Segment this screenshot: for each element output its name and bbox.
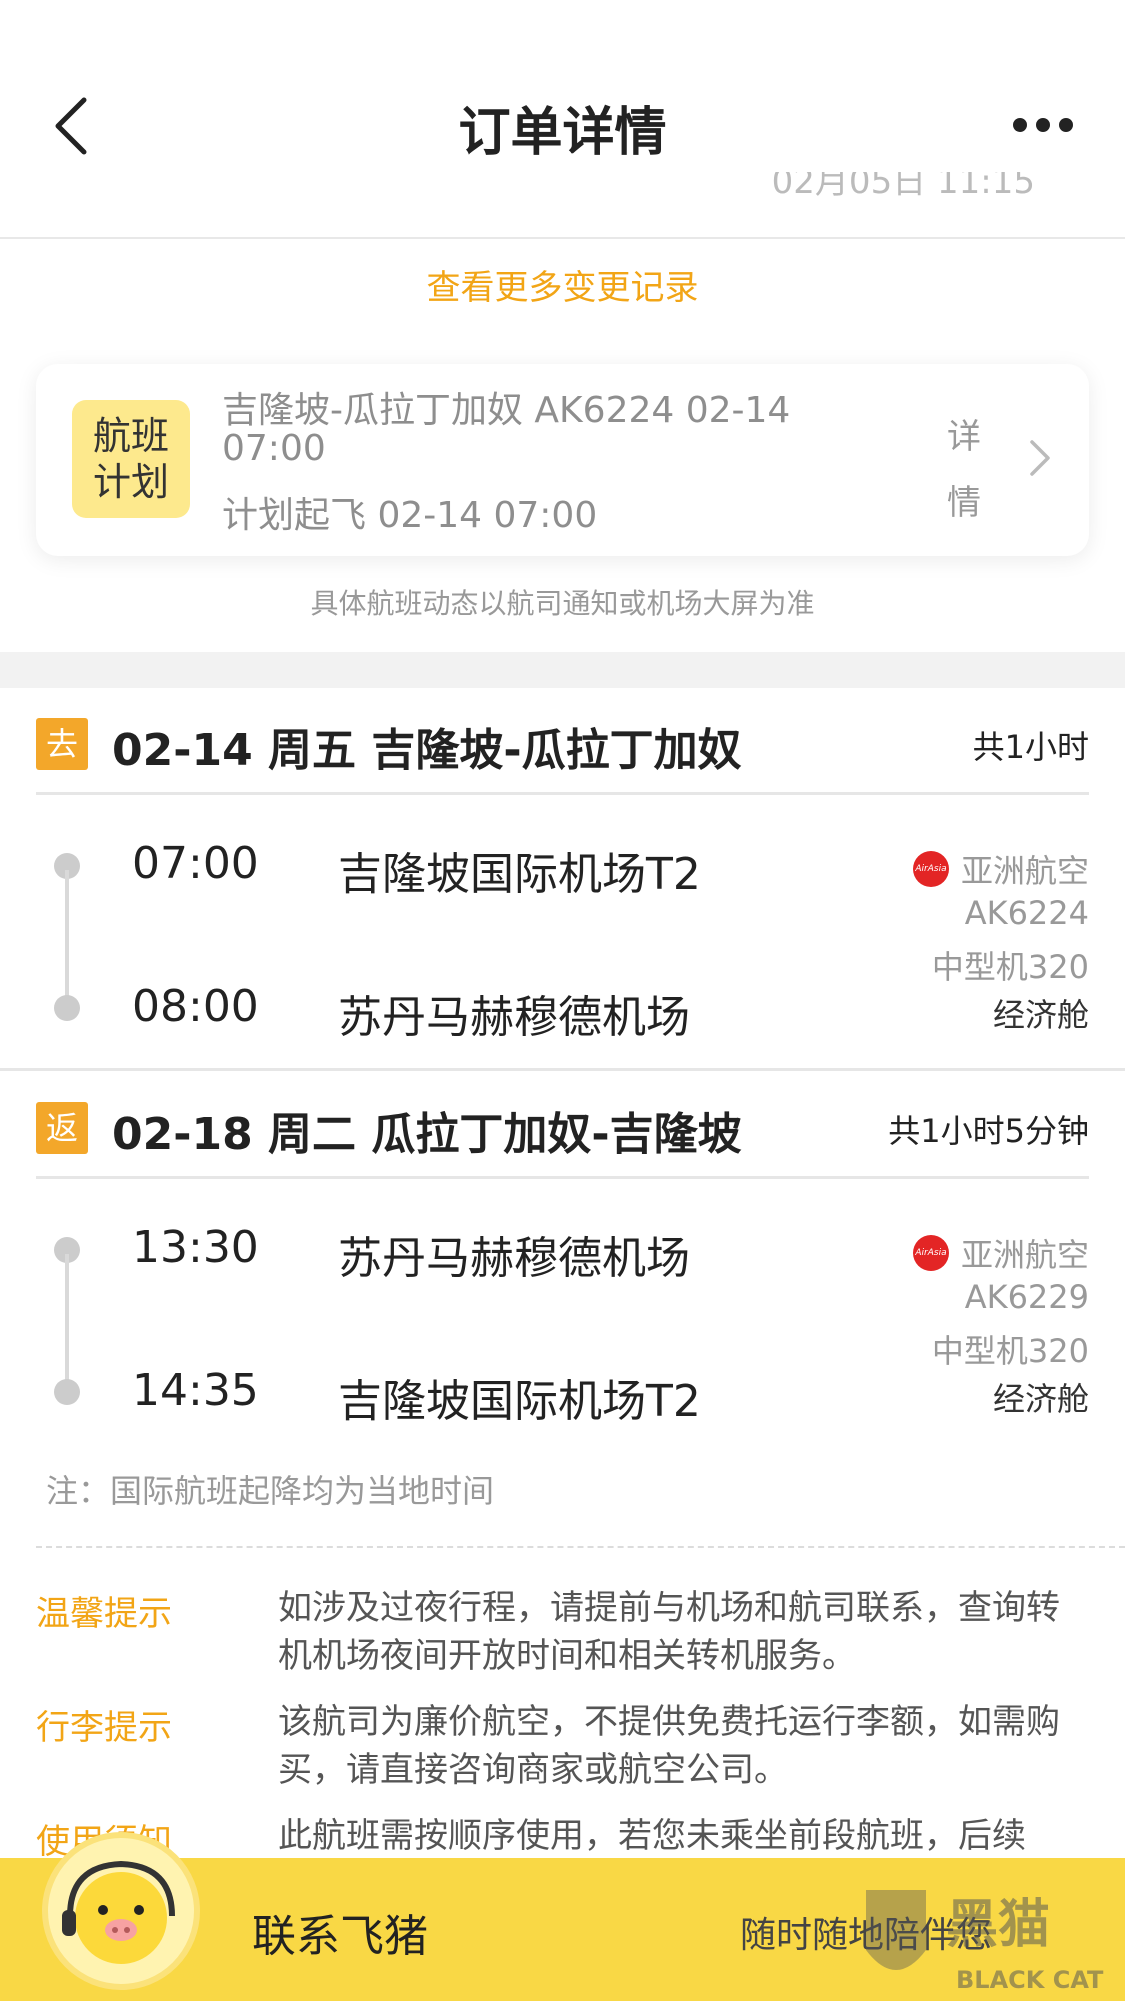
return-dep-time: 13:30	[132, 1222, 259, 1273]
return-airline: AirAsia 亚洲航空	[912, 1230, 1089, 1276]
tip-text-baggage: 该航司为廉价航空，不提供免费托运行李额，如需购买，请直接咨询商家或航空公司。	[278, 1702, 1060, 1790]
outbound-airline: AirAsia 亚洲航空	[912, 846, 1089, 892]
section-gap	[0, 652, 1125, 688]
outbound-tag: 去	[36, 718, 88, 770]
more-changes-link[interactable]: 查看更多变更记录	[0, 260, 1125, 309]
outbound-aircraft: 中型机320	[931, 948, 1089, 986]
flight-plan-scheduled: 计划起飞 02-14 07:00	[222, 495, 598, 536]
flight-plan-route: 吉隆坡-瓜拉丁加奴 AK6224 02-14 07:00	[222, 390, 791, 469]
tip-text-warm: 如涉及过夜行程，请提前与机场和航司联系，查询转机机场夜间开放时间和相关转机服务。	[278, 1588, 1060, 1676]
return-dep-airport: 苏丹马赫穆德机场	[338, 1233, 690, 1284]
contact-fliggy-label[interactable]: 联系飞猪	[252, 1900, 428, 1964]
outbound-airline-name: 亚洲航空	[960, 852, 1089, 890]
timeline-dot	[54, 1379, 80, 1405]
more-dots-icon[interactable]	[1013, 118, 1073, 132]
return-cabin: 经济舱	[992, 1380, 1089, 1418]
flight-plan-badge: 航班 计划	[72, 400, 190, 518]
mascot-icon	[42, 1832, 200, 1990]
return-tag: 返	[36, 1102, 88, 1154]
outbound-duration: 共1小时	[972, 728, 1089, 766]
black-cat-watermark-logo: 黑猫 BLACK CAT	[866, 1890, 1104, 1994]
return-airline-name: 亚洲航空	[960, 1236, 1089, 1274]
tip-label-warm: 温馨提示	[36, 1594, 172, 1634]
badge-line-1: 航班	[92, 414, 169, 458]
segment-divider	[36, 1176, 1089, 1179]
tip-label-baggage: 行李提示	[36, 1708, 172, 1748]
return-aircraft: 中型机320	[931, 1332, 1089, 1370]
outbound-flight-no: AK6224	[964, 894, 1089, 932]
airasia-logo-icon: AirAsia	[912, 1235, 949, 1271]
header-bar: 订单详情 02月05日 11:15	[0, 0, 1125, 240]
outbound-cabin: 经济舱	[992, 996, 1089, 1034]
return-segment-header: 返 02-18 周二 瓜拉丁加奴-吉隆坡 共1小时5分钟	[36, 1090, 1089, 1170]
clipped-timestamp: 02月05日 11:15	[771, 172, 1035, 202]
tip-text-usage: 此航班需按顺序使用，若您未乘坐前段航班，后续	[278, 1816, 1026, 1856]
timeline-line	[65, 1254, 69, 1390]
detail-char-2: 情	[947, 483, 981, 523]
header-divider	[0, 237, 1125, 239]
local-time-note: 注：国际航班起降均为当地时间	[46, 1472, 495, 1510]
flight-plan-card[interactable]: 航班 计划 吉隆坡-瓜拉丁加奴 AK6224 02-14 07:00 计划起飞 …	[36, 364, 1089, 556]
return-duration: 共1小时5分钟	[888, 1112, 1089, 1150]
outbound-arr-airport: 苏丹马赫穆德机场	[338, 992, 690, 1043]
return-arr-airport: 吉隆坡国际机场T2	[338, 1376, 701, 1427]
chevron-right-icon[interactable]	[1028, 438, 1052, 478]
dashed-divider	[36, 1546, 1125, 1548]
outbound-dep-airport: 吉隆坡国际机场T2	[338, 849, 701, 900]
svg-text:黑猫: 黑猫	[946, 1895, 1050, 1955]
return-title: 02-18 周二 瓜拉丁加奴-吉隆坡	[112, 1109, 742, 1160]
return-arr-time: 14:35	[132, 1365, 259, 1416]
flight-plan-detail-link[interactable]: 详 情	[944, 404, 984, 536]
svg-text:BLACK CAT: BLACK CAT	[956, 1966, 1104, 1994]
timeline-line	[65, 870, 69, 1006]
outbound-arr-time: 08:00	[132, 981, 259, 1032]
return-flight-no: AK6229	[964, 1278, 1089, 1316]
flight-dynamics-note: 具体航班动态以航司通知或机场大屏为准	[310, 587, 815, 620]
outbound-title: 02-14 周五 吉隆坡-瓜拉丁加奴	[112, 725, 742, 776]
outbound-segment-header: 去 02-14 周五 吉隆坡-瓜拉丁加奴 共1小时	[36, 706, 1089, 786]
airasia-logo-icon: AirAsia	[912, 851, 949, 887]
segment-divider	[36, 792, 1089, 795]
badge-line-2: 计划	[92, 460, 169, 504]
outbound-dep-time: 07:00	[132, 838, 259, 889]
detail-char-1: 详	[947, 417, 981, 457]
segment-separator	[0, 1068, 1125, 1071]
timeline-dot	[54, 995, 80, 1021]
page-title: 订单详情	[458, 103, 667, 163]
